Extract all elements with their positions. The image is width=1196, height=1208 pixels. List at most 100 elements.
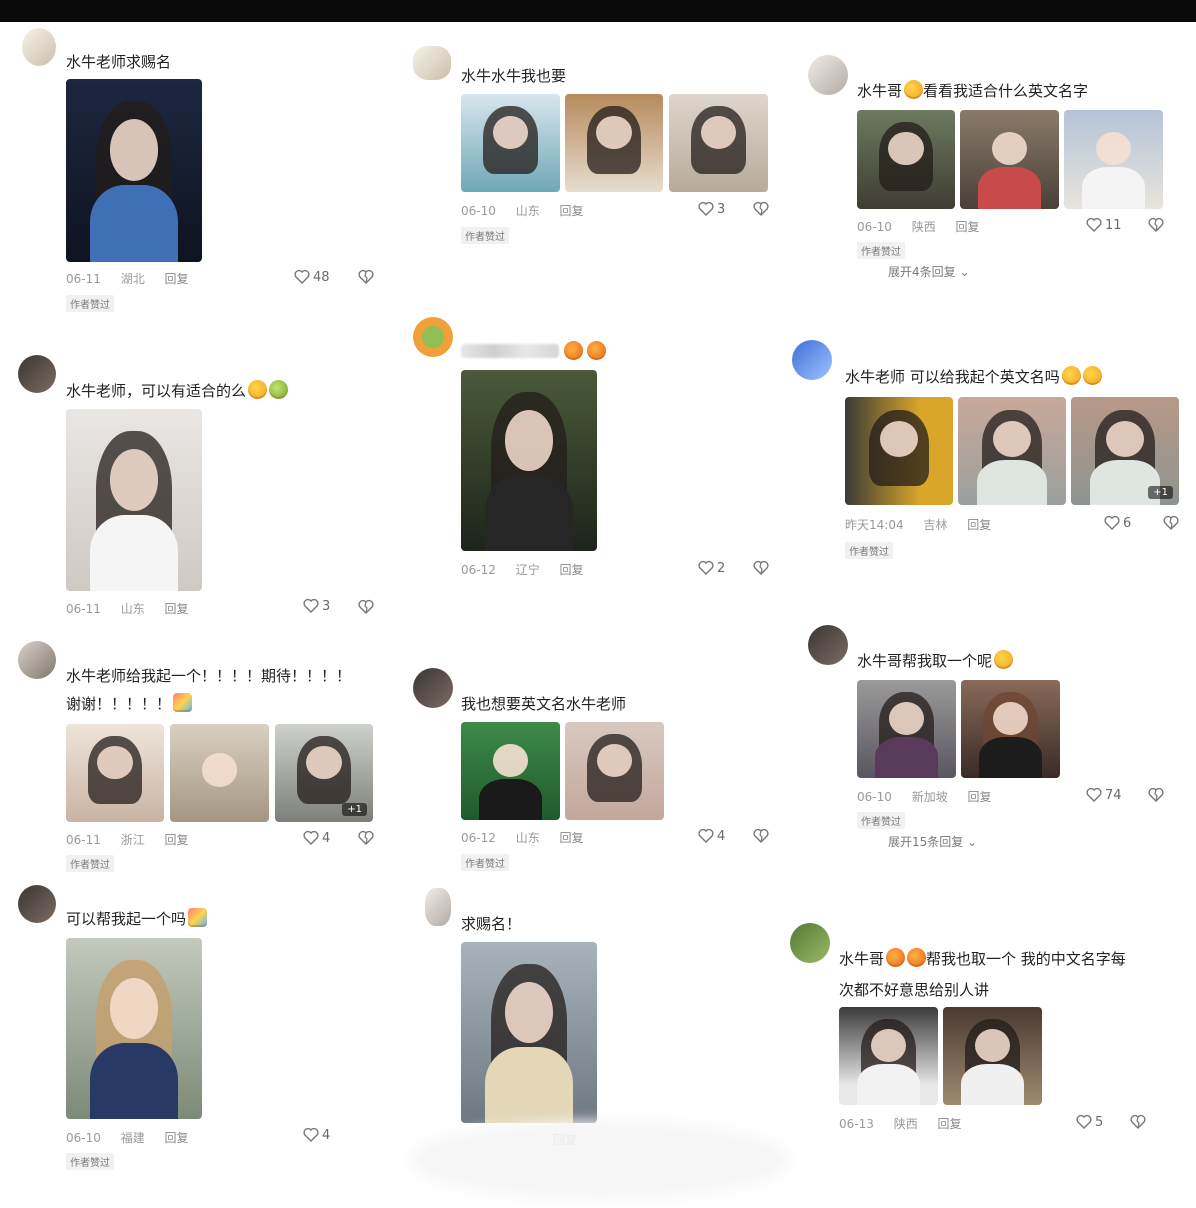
user-avatar[interactable]: [790, 923, 830, 963]
broken-heart-icon[interactable]: [753, 560, 769, 576]
comment-photo[interactable]: [960, 110, 1059, 209]
like-button[interactable]: 74: [1086, 787, 1122, 803]
comment-text: 水牛哥帮我取一个呢: [857, 647, 1014, 675]
laugh-emoji-icon: [564, 341, 583, 360]
broken-heart-icon[interactable]: [1130, 1114, 1146, 1130]
comment-meta: 06-10 福建 回复: [66, 1129, 205, 1146]
reply-button[interactable]: 回复: [165, 833, 189, 847]
author-liked-tag: 作者赞过: [66, 855, 114, 872]
comment-photo[interactable]: [958, 397, 1066, 505]
reply-button[interactable]: 回复: [165, 1131, 189, 1145]
comment-photo[interactable]: [857, 110, 955, 209]
like-button[interactable]: 4: [303, 1127, 330, 1143]
user-avatar[interactable]: [425, 888, 451, 926]
heart-outline-icon: [303, 830, 319, 845]
comment-photo[interactable]: [66, 938, 202, 1119]
broken-heart-icon[interactable]: [1148, 787, 1164, 803]
comment-photo[interactable]: [461, 94, 560, 192]
comment-text: 水牛水牛我也要: [461, 67, 567, 85]
chevron-down-icon: ⌄: [967, 835, 978, 849]
like-button[interactable]: 11: [1086, 217, 1122, 233]
comment-photo[interactable]: +1: [1071, 397, 1179, 505]
like-count: 4: [322, 1128, 331, 1143]
reply-button[interactable]: 回复: [560, 831, 584, 845]
comment-photo[interactable]: +1: [275, 724, 373, 822]
comment-photo[interactable]: [66, 724, 164, 822]
comment-photo[interactable]: [565, 94, 663, 192]
user-avatar[interactable]: [413, 46, 451, 80]
user-avatar[interactable]: [18, 355, 56, 393]
chevron-down-icon: ⌄: [959, 265, 970, 279]
broken-heart-icon[interactable]: [358, 599, 374, 615]
reply-button[interactable]: 回复: [560, 204, 584, 218]
comment-photo[interactable]: [461, 942, 597, 1123]
comment-date: 06-11: [66, 602, 101, 616]
like-count: 48: [313, 270, 330, 285]
expand-replies-button[interactable]: 展开15条回复 ⌄: [888, 833, 977, 850]
like-button[interactable]: 4: [698, 828, 725, 844]
broken-heart-icon[interactable]: [753, 201, 769, 217]
like-button[interactable]: 48: [294, 269, 330, 285]
author-liked-tag: 作者赞过: [845, 542, 893, 559]
user-avatar[interactable]: [808, 625, 848, 665]
reply-button[interactable]: 回复: [968, 790, 992, 804]
comment-photo[interactable]: [565, 722, 664, 820]
comment-photo[interactable]: [857, 680, 956, 778]
broken-heart-icon[interactable]: [358, 269, 374, 285]
like-button[interactable]: 3: [303, 598, 330, 614]
comment-location: 山东: [515, 204, 540, 218]
user-avatar[interactable]: [413, 317, 453, 357]
broken-heart-icon[interactable]: [1148, 217, 1164, 233]
like-button[interactable]: 4: [303, 830, 330, 846]
heart-outline-icon: [1076, 1114, 1092, 1129]
reply-button[interactable]: 回复: [165, 602, 189, 616]
comment-date: 06-13: [839, 1117, 874, 1131]
comment-meta: 06-12 山东 回复: [461, 829, 600, 846]
like-count: 4: [717, 829, 726, 844]
expand-replies-button[interactable]: 展开4条回复 ⌄: [888, 263, 970, 280]
user-avatar[interactable]: [808, 55, 848, 95]
comment-photo[interactable]: [66, 409, 202, 591]
like-button[interactable]: 3: [698, 201, 725, 217]
author-liked-tag: 作者赞过: [66, 295, 114, 312]
broken-heart-icon[interactable]: [358, 830, 374, 846]
comment-location: 陕西: [893, 1117, 918, 1131]
heart-outline-icon: [698, 201, 714, 216]
comment-photo[interactable]: [839, 1007, 938, 1105]
comment-text: 水牛老师 可以给我起个英文名吗: [845, 363, 1102, 391]
broken-heart-icon[interactable]: [753, 828, 769, 844]
reply-button[interactable]: 回复: [967, 518, 991, 532]
user-avatar[interactable]: [18, 885, 56, 923]
comment-photo[interactable]: [170, 724, 269, 822]
comment-photo[interactable]: [461, 370, 597, 551]
reply-button[interactable]: 回复: [956, 220, 980, 234]
reply-button[interactable]: 回复: [560, 563, 584, 577]
comment-date: 06-10: [66, 1131, 101, 1145]
like-button[interactable]: 2: [698, 560, 725, 576]
comment-photo[interactable]: [669, 94, 768, 192]
comment-location: 浙江: [120, 833, 145, 847]
comment-photo[interactable]: [1064, 110, 1163, 209]
like-count: 74: [1105, 788, 1122, 803]
user-avatar[interactable]: [792, 340, 832, 380]
reply-button[interactable]: 回复: [165, 272, 189, 286]
comment-photo[interactable]: [845, 397, 953, 505]
like-count: 11: [1105, 218, 1122, 233]
comment-photo[interactable]: [961, 680, 1060, 778]
user-avatar[interactable]: [22, 28, 56, 66]
comment-meta: 06-11 山东 回复: [66, 600, 205, 617]
comment-photo[interactable]: [461, 722, 560, 820]
comment-text-line2: 次都不好意思给别人讲: [839, 981, 990, 999]
comment-photo[interactable]: [943, 1007, 1042, 1105]
like-button[interactable]: 5: [1076, 1114, 1103, 1130]
broken-heart-icon[interactable]: [1163, 515, 1179, 531]
reply-button[interactable]: 回复: [938, 1117, 962, 1131]
top-status-bar: [0, 0, 1196, 22]
comment-photo[interactable]: [66, 79, 202, 262]
user-avatar[interactable]: [18, 641, 56, 679]
like-count: 2: [717, 561, 726, 576]
comment-location: 山东: [120, 602, 145, 616]
sweat-emoji-icon: [904, 80, 924, 99]
user-avatar[interactable]: [413, 668, 453, 708]
like-button[interactable]: 6: [1104, 515, 1131, 531]
